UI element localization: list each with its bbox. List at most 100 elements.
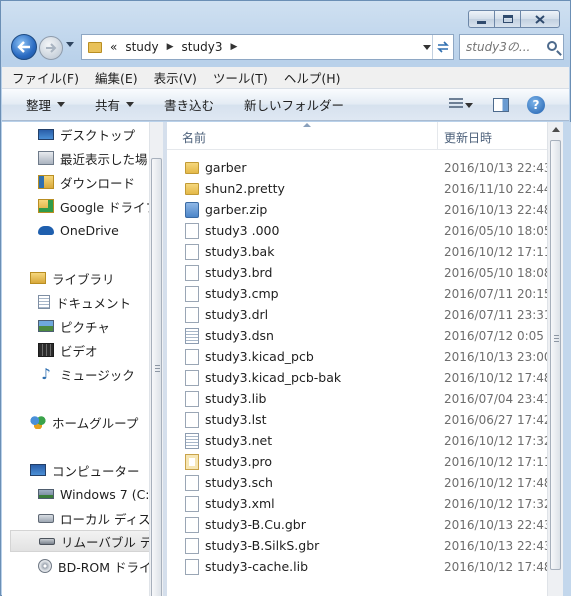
file-name: study3.cmp — [205, 286, 279, 301]
onedrive-icon — [38, 225, 54, 235]
file-row[interactable]: study3.brd 2016/05/10 18:08 — [167, 262, 547, 283]
file-row[interactable]: study3.kicad_pcb 2016/10/13 23:00 — [167, 346, 547, 367]
file-row[interactable]: study3 .000 2016/05/10 18:05 — [167, 220, 547, 241]
recent-pages-dropdown[interactable] — [66, 42, 74, 47]
file-row[interactable]: study3.sch 2016/10/12 17:48 — [167, 472, 547, 493]
file-row[interactable]: study3.bak 2016/10/12 17:11 — [167, 241, 547, 262]
breadcrumb-study[interactable]: study — [125, 40, 158, 54]
sidebar-item-google-drive[interactable]: Google ドライブ — [2, 195, 149, 217]
breadcrumb-separator-icon[interactable]: ▶ — [167, 42, 174, 52]
file-date-modified: 2016/10/12 17:11 — [444, 454, 547, 469]
address-bar[interactable]: « study ▶ study3 ▶ — [81, 34, 454, 60]
file-name: study3.brd — [205, 265, 273, 280]
new-folder-button[interactable]: 新しいフォルダー — [244, 95, 344, 114]
address-dropdown-icon[interactable] — [423, 45, 431, 50]
column-date-modified[interactable]: 更新日時 — [444, 129, 492, 146]
recent-places-icon — [38, 151, 54, 165]
menu-file[interactable]: ファイル(F) — [12, 68, 79, 87]
file-row[interactable]: study3.pro 2016/10/12 17:11 — [167, 451, 547, 472]
sidebar-item-label: リムーバブル デ — [61, 534, 149, 550]
sidebar-item-label: ダウンロード — [60, 175, 136, 191]
search-box[interactable] — [459, 34, 564, 60]
burn-button[interactable]: 書き込む — [164, 95, 214, 114]
file-row[interactable]: study3.lib 2016/07/04 23:41 — [167, 388, 547, 409]
search-input[interactable] — [466, 40, 546, 54]
text-document-icon — [185, 327, 199, 344]
menu-help[interactable]: ヘルプ(H) — [284, 68, 341, 87]
file-list-scroll-thumb[interactable] — [550, 140, 561, 570]
share-button[interactable]: 共有 — [95, 95, 135, 114]
close-button[interactable] — [520, 10, 560, 28]
menu-edit[interactable]: 編集(E) — [95, 68, 138, 87]
sidebar-item-videos[interactable]: ビデオ — [2, 339, 98, 361]
search-icon[interactable] — [547, 41, 557, 51]
local-disk-icon — [38, 513, 54, 523]
menu-tools[interactable]: ツール(T) — [213, 68, 268, 87]
sidebar-item-recent[interactable]: 最近表示した場 — [2, 147, 148, 169]
file-row[interactable]: garber 2016/10/13 22:43 — [167, 157, 547, 178]
maximize-icon — [502, 15, 513, 23]
sidebar-item-removable-disk[interactable]: リムーバブル デ — [10, 530, 149, 552]
file-row[interactable]: study3.net 2016/10/12 17:32 — [167, 430, 547, 451]
file-row[interactable]: study3.dsn 2016/07/12 0:05 — [167, 325, 547, 346]
sidebar-item-music[interactable]: ♪ ミュージック — [2, 363, 135, 385]
sidebar-item-system-drive[interactable]: Windows 7 (C: — [2, 483, 149, 505]
file-row[interactable]: study3.drl 2016/07/11 23:31 — [167, 304, 547, 325]
scroll-up-icon[interactable] — [552, 127, 560, 132]
view-dropdown-icon[interactable] — [465, 103, 473, 108]
sidebar-item-desktop[interactable]: デスクトップ — [2, 123, 135, 145]
sidebar-item-local-disk[interactable]: ローカル ディス — [2, 507, 149, 529]
file-list-scrollbar[interactable] — [547, 122, 563, 596]
file-icon — [185, 411, 199, 428]
sidebar-item-documents[interactable]: ドキュメント — [2, 291, 131, 313]
menu-view[interactable]: 表示(V) — [154, 68, 197, 87]
file-row[interactable]: study3-cache.lib 2016/10/12 17:48 — [167, 556, 547, 577]
file-row[interactable]: shun2.pretty 2016/11/10 22:44 — [167, 178, 547, 199]
address-overflow[interactable]: « — [110, 40, 117, 54]
file-date-modified: 2016/10/12 17:32 — [444, 433, 547, 448]
sidebar-item-label: コンピューター — [52, 463, 140, 479]
homegroup-icon — [30, 415, 46, 429]
file-row[interactable]: study3-B.Cu.gbr 2016/10/13 22:43 — [167, 514, 547, 535]
organize-button[interactable]: 整理 — [26, 95, 66, 114]
refresh-icon — [437, 41, 449, 53]
sidebar-item-pictures[interactable]: ピクチャ — [2, 315, 110, 337]
sidebar-item-computer[interactable]: コンピューター — [2, 459, 140, 481]
forward-button[interactable] — [39, 36, 63, 60]
file-date-modified: 2016/07/11 23:31 — [444, 307, 547, 322]
file-icon — [185, 537, 199, 554]
column-name[interactable]: 名前 — [182, 129, 206, 146]
file-row[interactable]: garber.zip 2016/10/13 22:48 — [167, 199, 547, 220]
file-date-modified: 2016/10/12 17:48 — [444, 370, 547, 385]
zip-file-icon — [185, 201, 199, 218]
breadcrumb-study3[interactable]: study3 — [182, 40, 223, 54]
maximize-button[interactable] — [494, 10, 520, 28]
column-divider[interactable] — [437, 122, 438, 150]
minimize-button[interactable] — [468, 10, 494, 28]
help-icon[interactable]: ? — [527, 96, 545, 114]
file-row[interactable]: study3.cmp 2016/07/11 20:15 — [167, 283, 547, 304]
breadcrumb-separator-icon[interactable]: ▶ — [230, 42, 237, 52]
view-options-icon[interactable] — [449, 98, 463, 110]
file-row[interactable]: study3-B.SilkS.gbr 2016/10/13 22:43 — [167, 535, 547, 556]
file-date-modified: 2016/10/13 22:43 — [444, 160, 547, 175]
file-icon — [185, 306, 199, 323]
file-row[interactable]: study3.kicad_pcb-bak 2016/10/12 17:48 — [167, 367, 547, 388]
sidebar-item-onedrive[interactable]: OneDrive — [2, 219, 119, 241]
navigation-scrollbar[interactable] — [149, 122, 163, 596]
file-date-modified: 2016/10/12 17:32 — [444, 496, 547, 511]
navigation-scroll-thumb[interactable] — [151, 158, 162, 596]
sidebar-item-libraries[interactable]: ライブラリ — [2, 267, 115, 289]
sidebar-item-downloads[interactable]: ダウンロード — [2, 171, 135, 193]
sidebar-item-bd-rom[interactable]: BD-ROM ドライ — [2, 555, 149, 577]
chevron-down-icon — [57, 102, 66, 107]
file-name: study3.bak — [205, 244, 275, 259]
file-row[interactable]: study3.lst 2016/06/27 17:42 — [167, 409, 547, 430]
sidebar-item-homegroup[interactable]: ホームグループ — [2, 411, 138, 433]
file-row[interactable]: study3.xml 2016/10/12 17:32 — [167, 493, 547, 514]
file-name: study3-cache.lib — [205, 559, 309, 574]
back-button[interactable] — [11, 34, 37, 60]
refresh-button[interactable] — [432, 35, 453, 59]
preview-pane-icon[interactable] — [493, 98, 509, 112]
close-icon — [535, 14, 545, 24]
